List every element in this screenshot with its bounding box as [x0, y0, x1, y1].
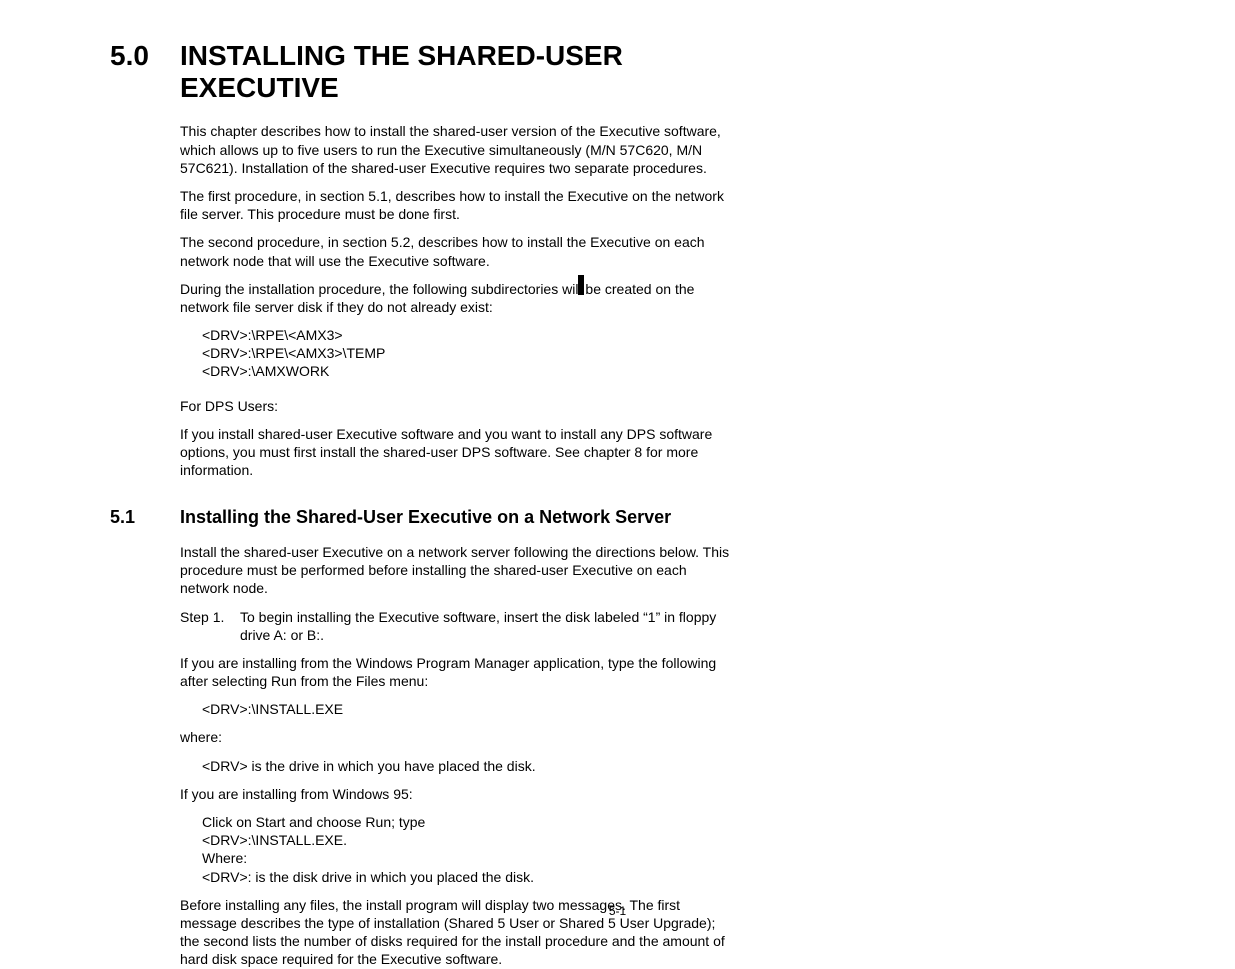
section-title: INSTALLING THE SHARED-USER EXECUTIVE — [180, 40, 730, 104]
section-body: This chapter describes how to install th… — [180, 122, 730, 479]
code-block: <DRV>:\RPE\<AMX3> <DRV>:\RPE\<AMX3>\TEMP… — [202, 326, 730, 381]
paragraph: The second procedure, in section 5.2, de… — [180, 233, 730, 269]
paragraph: The first procedure, in section 5.1, des… — [180, 187, 730, 223]
side-marker — [578, 275, 584, 295]
section-number: 5.0 — [110, 40, 180, 72]
command-line: <DRV>:\INSTALL.EXE — [202, 700, 730, 718]
step-row: Step 1. To begin installing the Executiv… — [180, 608, 730, 644]
line: Click on Start and choose Run; type — [202, 813, 730, 831]
paragraph: where: — [180, 728, 730, 746]
code-block: Click on Start and choose Run; type <DRV… — [202, 813, 730, 886]
directory-line: <DRV>:\AMXWORK — [202, 362, 730, 380]
paragraph: If you install shared-user Executive sof… — [180, 425, 730, 480]
line: <DRV>: is the disk drive in which you pl… — [202, 868, 730, 886]
subsection-number: 5.1 — [110, 507, 180, 529]
subsection-header: 5.1 Installing the Shared-User Executive… — [110, 507, 730, 529]
paragraph: Install the shared-user Executive on a n… — [180, 543, 730, 598]
paragraph: If you are installing from the Windows P… — [180, 654, 730, 690]
section-header: 5.0 INSTALLING THE SHARED-USER EXECUTIVE — [110, 40, 730, 104]
step-label: Step 1. — [180, 608, 240, 644]
line: <DRV>:\INSTALL.EXE. — [202, 831, 730, 849]
paragraph: This chapter describes how to install th… — [180, 122, 730, 177]
paragraph: <DRV> is the drive in which you have pla… — [202, 757, 730, 775]
subsection-title: Installing the Shared-User Executive on … — [180, 507, 671, 529]
line: Where: — [202, 849, 730, 867]
document-page: 5.0 INSTALLING THE SHARED-USER EXECUTIVE… — [110, 0, 730, 969]
directory-line: <DRV>:\RPE\<AMX3>\TEMP — [202, 344, 730, 362]
paragraph: For DPS Users: — [180, 397, 730, 415]
step-text: To begin installing the Executive softwa… — [240, 608, 730, 644]
paragraph: During the installation procedure, the f… — [180, 280, 730, 316]
paragraph: If you are installing from Windows 95: — [180, 785, 730, 803]
directory-line: <DRV>:\RPE\<AMX3> — [202, 326, 730, 344]
page-number: 5-1 — [0, 904, 1235, 918]
